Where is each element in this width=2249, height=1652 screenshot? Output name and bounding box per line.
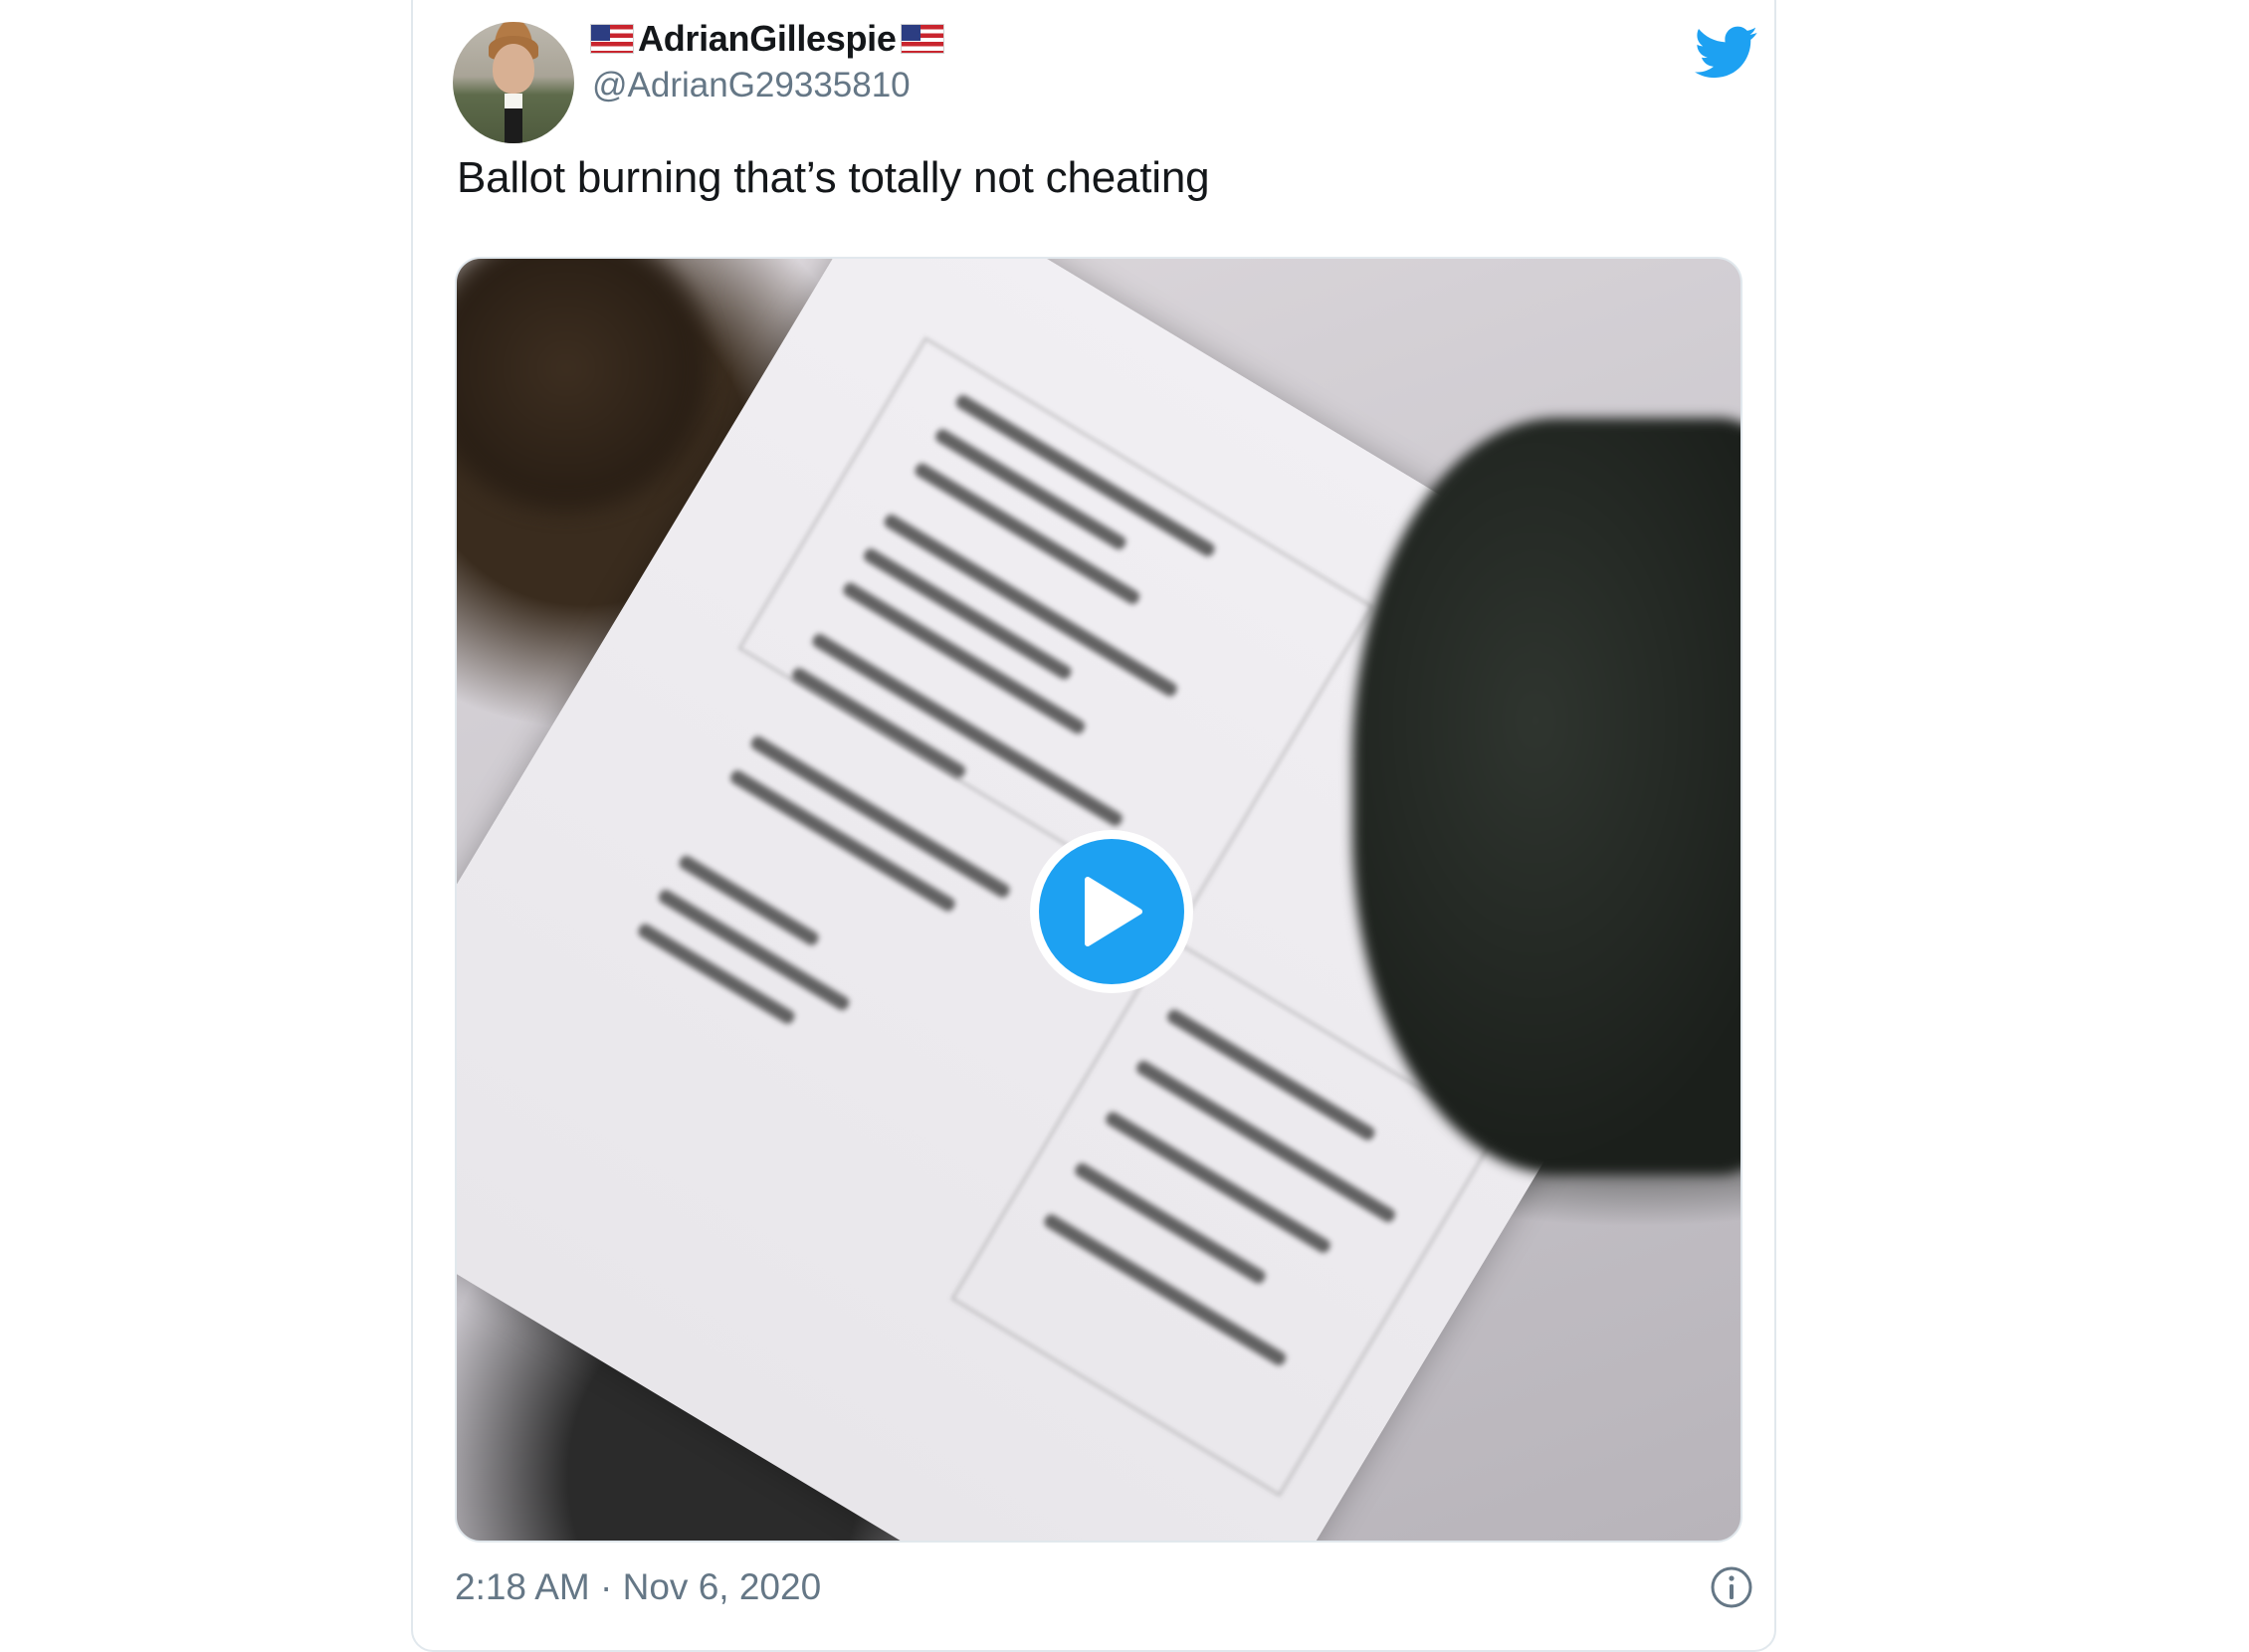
play-button-circle <box>1039 839 1184 984</box>
avatar-face <box>493 44 534 94</box>
play-button[interactable] <box>1030 830 1193 993</box>
us-flag-icon <box>590 24 634 54</box>
video-background-shadow <box>457 259 716 517</box>
tweet-video[interactable] <box>455 257 1742 1543</box>
video-gloved-hand <box>1352 418 1740 1174</box>
twitter-bird-icon[interactable] <box>1695 26 1758 80</box>
user-handle[interactable]: @AdrianG29335810 <box>592 66 911 105</box>
display-name-row[interactable]: AdrianGillespie <box>590 16 944 62</box>
info-icon[interactable] <box>1710 1565 1753 1609</box>
us-flag-icon <box>900 24 944 54</box>
avatar[interactable] <box>453 22 574 143</box>
tweet-timestamp[interactable]: 2:18 AM · Nov 6, 2020 <box>455 1566 821 1608</box>
play-icon <box>1085 877 1142 946</box>
display-name[interactable]: AdrianGillespie <box>638 18 897 60</box>
tweet-card: AdrianGillespie @AdrianG29335810 Ballot … <box>411 0 1776 1652</box>
avatar-collar <box>505 94 522 143</box>
tweet-text: Ballot burning that’s totally not cheati… <box>457 153 1210 202</box>
